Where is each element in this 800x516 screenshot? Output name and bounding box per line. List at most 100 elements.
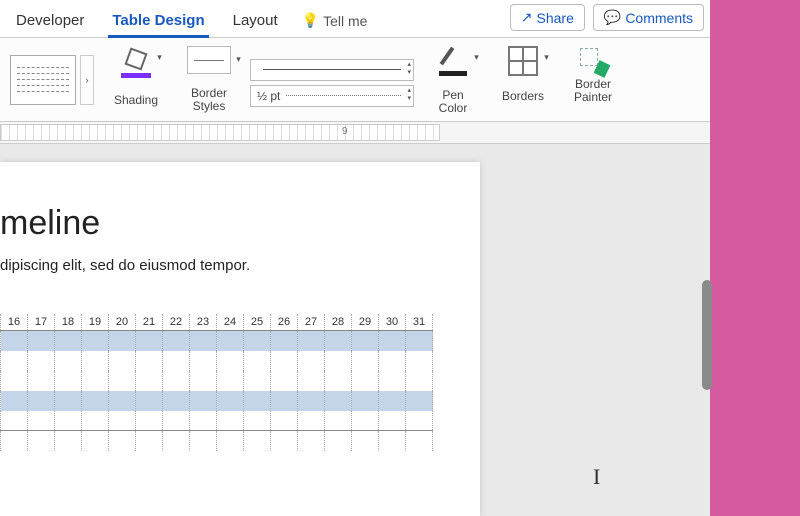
document-body-text[interactable]: dipiscing elit, sed do eiusmod tempor. (0, 257, 470, 274)
timeline-cell[interactable] (217, 391, 244, 411)
timeline-cell[interactable] (271, 391, 298, 411)
timeline-cell[interactable] (28, 431, 55, 451)
timeline-cell[interactable] (271, 351, 298, 371)
pen-color-button[interactable]: ▾ (424, 42, 482, 87)
timeline-cell[interactable] (244, 411, 271, 431)
timeline-cell[interactable] (325, 431, 352, 451)
timeline-cell[interactable] (136, 331, 163, 351)
timeline-cell[interactable] (379, 331, 406, 351)
table-row[interactable] (1, 351, 433, 371)
timeline-cell[interactable] (244, 331, 271, 351)
tell-me-search[interactable]: 💡 Tell me (292, 4, 378, 37)
timeline-cell[interactable] (55, 431, 82, 451)
tab-table-design[interactable]: Table Design (98, 4, 218, 37)
timeline-cell[interactable] (352, 371, 379, 391)
timeline-cell[interactable] (406, 391, 433, 411)
timeline-cell[interactable] (136, 431, 163, 451)
timeline-cell[interactable] (379, 371, 406, 391)
timeline-cell[interactable] (298, 331, 325, 351)
timeline-cell[interactable] (244, 391, 271, 411)
timeline-cell[interactable] (190, 431, 217, 451)
timeline-cell[interactable] (28, 351, 55, 371)
timeline-cell[interactable] (217, 431, 244, 451)
timeline-cell[interactable] (136, 391, 163, 411)
tab-layout[interactable]: Layout (219, 4, 292, 37)
timeline-cell[interactable] (352, 351, 379, 371)
document-title[interactable]: meline (0, 204, 470, 243)
timeline-cell[interactable] (352, 391, 379, 411)
timeline-cell[interactable] (190, 351, 217, 371)
borders-button[interactable]: ▾ (494, 42, 552, 87)
timeline-cell[interactable] (244, 431, 271, 451)
timeline-cell[interactable] (163, 351, 190, 371)
timeline-cell[interactable] (82, 371, 109, 391)
table-style-swatch[interactable] (10, 55, 76, 105)
table-row[interactable] (1, 371, 433, 391)
comments-button[interactable]: 💬 Comments (593, 4, 704, 31)
timeline-cell[interactable] (163, 391, 190, 411)
timeline-cell[interactable] (82, 431, 109, 451)
timeline-cell[interactable] (352, 331, 379, 351)
border-styles-button[interactable]: ▾ (178, 42, 240, 85)
timeline-cell[interactable] (109, 391, 136, 411)
line-style-picker[interactable]: ▴▾ (250, 59, 414, 81)
timeline-cell[interactable] (325, 331, 352, 351)
timeline-cell[interactable] (325, 391, 352, 411)
timeline-cell[interactable] (1, 371, 28, 391)
timeline-cell[interactable] (244, 351, 271, 371)
timeline-table[interactable]: 16171819202122232425262728293031 (0, 314, 433, 451)
timeline-cell[interactable] (1, 411, 28, 431)
timeline-cell[interactable] (1, 391, 28, 411)
timeline-cell[interactable] (136, 411, 163, 431)
horizontal-ruler[interactable]: 9 (0, 122, 710, 144)
shading-button[interactable]: ▾ (106, 42, 166, 91)
timeline-cell[interactable] (406, 351, 433, 371)
timeline-cell[interactable] (406, 431, 433, 451)
timeline-cell[interactable] (325, 351, 352, 371)
document-page[interactable]: meline dipiscing elit, sed do eiusmod te… (0, 162, 480, 516)
timeline-cell[interactable] (82, 331, 109, 351)
timeline-cell[interactable] (298, 351, 325, 371)
timeline-cell[interactable] (1, 331, 28, 351)
vertical-scrollbar[interactable] (702, 280, 712, 390)
timeline-cell[interactable] (82, 391, 109, 411)
timeline-cell[interactable] (379, 411, 406, 431)
timeline-cell[interactable] (325, 411, 352, 431)
timeline-cell[interactable] (298, 431, 325, 451)
timeline-cell[interactable] (325, 371, 352, 391)
timeline-cell[interactable] (55, 411, 82, 431)
tab-developer[interactable]: Developer (2, 4, 98, 37)
timeline-cell[interactable] (55, 391, 82, 411)
timeline-cell[interactable] (190, 371, 217, 391)
timeline-cell[interactable] (352, 431, 379, 451)
timeline-cell[interactable] (379, 431, 406, 451)
timeline-cell[interactable] (109, 371, 136, 391)
timeline-cell[interactable] (163, 371, 190, 391)
table-row[interactable] (1, 431, 433, 451)
timeline-cell[interactable] (55, 371, 82, 391)
timeline-cell[interactable] (406, 371, 433, 391)
timeline-cell[interactable] (190, 331, 217, 351)
timeline-cell[interactable] (28, 371, 55, 391)
timeline-cell[interactable] (217, 411, 244, 431)
timeline-cell[interactable] (82, 351, 109, 371)
timeline-cell[interactable] (109, 331, 136, 351)
timeline-cell[interactable] (406, 331, 433, 351)
table-style-gallery[interactable]: › (4, 38, 100, 121)
timeline-cell[interactable] (298, 371, 325, 391)
timeline-cell[interactable] (109, 431, 136, 451)
timeline-cell[interactable] (271, 371, 298, 391)
timeline-cell[interactable] (217, 331, 244, 351)
timeline-cell[interactable] (271, 331, 298, 351)
border-painter-button[interactable] (564, 42, 622, 76)
timeline-cell[interactable] (163, 331, 190, 351)
timeline-cell[interactable] (82, 411, 109, 431)
table-row[interactable] (1, 411, 433, 431)
timeline-cell[interactable] (136, 371, 163, 391)
timeline-cell[interactable] (109, 411, 136, 431)
timeline-cell[interactable] (190, 391, 217, 411)
timeline-cell[interactable] (244, 371, 271, 391)
table-style-more[interactable]: › (80, 55, 94, 105)
line-weight-picker[interactable]: ½ pt ▴▾ (250, 85, 414, 107)
timeline-cell[interactable] (109, 351, 136, 371)
